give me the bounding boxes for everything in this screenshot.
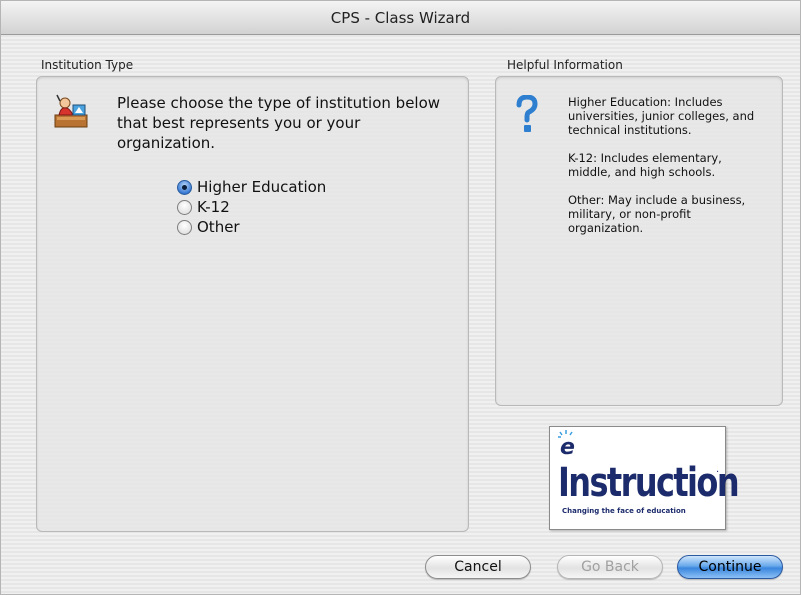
- go-back-button[interactable]: Go Back: [557, 555, 663, 579]
- radio-label-other[interactable]: Other: [197, 218, 240, 236]
- helpful-information-panel: Higher Education: Includes universities,…: [495, 76, 783, 406]
- institution-radio-group: Higher Education K-12 Other: [177, 177, 326, 237]
- logo-wordmark: Instruction: [558, 460, 740, 506]
- radio-button-other[interactable]: [177, 219, 192, 235]
- help-paragraph-other: Other: May include a business, military,…: [568, 193, 746, 235]
- helpful-information-text: Higher Education: Includes universities,…: [568, 95, 768, 249]
- institution-prompt: Please choose the type of institution be…: [117, 94, 441, 152]
- logo-tagline: Changing the face of education: [562, 507, 686, 515]
- einstruction-logo: e Instruction · Changing the face of edu…: [549, 426, 740, 530]
- continue-button[interactable]: Continue: [677, 555, 783, 579]
- radio-button-higher-education[interactable]: [177, 179, 192, 195]
- help-paragraph-higher-education: Higher Education: Includes universities,…: [568, 95, 755, 137]
- help-paragraph-k-12: K-12: Includes elementary, middle, and h…: [568, 151, 722, 179]
- window-title: CPS - Class Wizard: [1, 1, 800, 35]
- institution-type-panel: Please choose the type of institution be…: [36, 76, 469, 532]
- logo-trademark-dot: ·: [716, 467, 720, 478]
- radio-button-k-12[interactable]: [177, 199, 192, 215]
- radio-label-k-12[interactable]: K-12: [197, 198, 230, 216]
- logo-letter-e: e: [560, 435, 575, 460]
- class-wizard-window: CPS - Class Wizard Institution Type Plea…: [0, 0, 801, 595]
- radio-option-other[interactable]: Other: [177, 217, 326, 237]
- institution-type-label: Institution Type: [41, 58, 134, 72]
- question-mark-icon: [516, 95, 538, 132]
- teacher-at-desk-icon: [54, 94, 88, 128]
- radio-option-k-12[interactable]: K-12: [177, 197, 326, 217]
- radio-option-higher-education[interactable]: Higher Education: [177, 177, 326, 197]
- helpful-information-label: Helpful Information: [507, 58, 623, 72]
- cancel-button[interactable]: Cancel: [425, 555, 531, 579]
- radio-label-higher-education[interactable]: Higher Education: [197, 178, 326, 196]
